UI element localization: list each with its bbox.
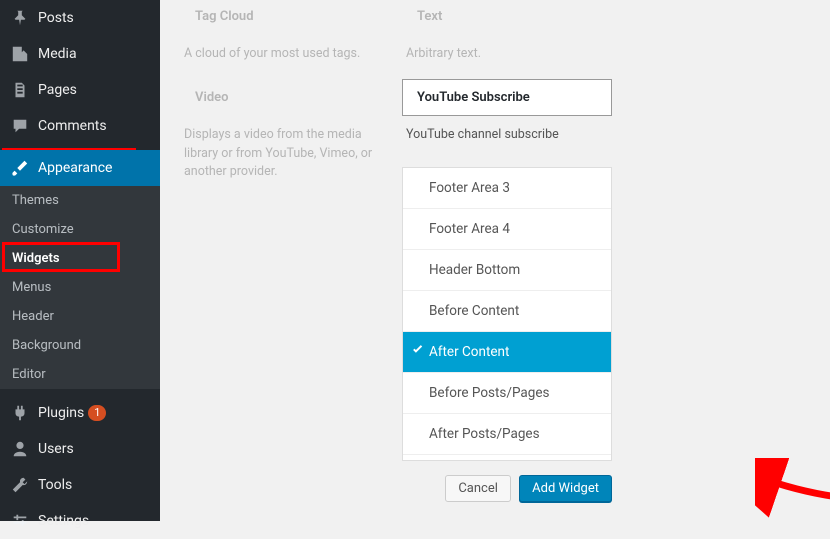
widget-title: YouTube Subscribe <box>417 90 530 105</box>
area-option-label: After Content <box>429 344 509 360</box>
sliders-icon <box>10 511 30 531</box>
widget-youtube-desc: YouTube channel subscribe <box>402 116 612 161</box>
area-option-label: Footer Area 4 <box>429 221 510 237</box>
sidebar-item-label: Appearance <box>38 160 112 176</box>
sidebar-item-label: Tools <box>38 477 72 493</box>
sidebar-item-media[interactable]: Media <box>0 36 160 72</box>
area-option[interactable]: Footer Area 3 <box>403 168 611 209</box>
area-option-label: Footer Area 3 <box>429 180 510 196</box>
area-option[interactable]: Before Posts/Pages <box>403 373 611 414</box>
annotation-arrow-icon <box>755 458 830 518</box>
submenu-background[interactable]: Background <box>0 331 160 360</box>
widget-video-desc: Displays a video from the media library … <box>180 116 390 198</box>
pin-icon <box>10 8 30 28</box>
submenu-header[interactable]: Header <box>0 302 160 331</box>
area-option-label: Header Bottom <box>429 262 520 278</box>
sidebar-item-label: Posts <box>38 10 74 26</box>
sidebar-item-label: Users <box>38 441 74 457</box>
sidebar-item-label: Media <box>38 46 77 62</box>
plugins-badge: 1 <box>88 405 106 421</box>
sidebar-item-label: Pages <box>38 82 77 98</box>
widget-title: Tag Cloud <box>195 9 254 24</box>
users-icon <box>10 439 30 459</box>
widget-title: Text <box>417 9 442 24</box>
submenu-editor[interactable]: Editor <box>0 360 160 389</box>
media-icon <box>10 44 30 64</box>
area-option[interactable]: Before Content <box>403 291 611 332</box>
add-widget-button[interactable]: Add Widget <box>519 475 612 502</box>
area-option[interactable]: After Content <box>403 332 611 373</box>
area-option[interactable]: Featured Widget <box>403 455 611 460</box>
widget-text[interactable]: Text <box>402 0 612 35</box>
sidebar-item-label: Comments <box>38 118 107 134</box>
brush-icon <box>10 158 30 178</box>
widget-youtube-subscribe[interactable]: YouTube Subscribe <box>402 79 612 116</box>
submenu-menus[interactable]: Menus <box>0 273 160 302</box>
sidebar-item-comments[interactable]: Comments <box>0 108 160 144</box>
widget-text-desc: Arbitrary text. <box>402 35 612 80</box>
area-option-label: Before Posts/Pages <box>429 385 549 401</box>
button-row: Cancel Add Widget <box>402 461 612 516</box>
check-icon <box>411 343 425 361</box>
area-option-label: Before Content <box>429 303 519 319</box>
widget-area-list[interactable]: Footer Area 3 Footer Area 4 Header Bottom B… <box>403 168 611 460</box>
widget-tag-cloud-desc: A cloud of your most used tags. <box>180 35 390 80</box>
sidebar-item-users[interactable]: Users <box>0 431 160 467</box>
area-option[interactable]: After Posts/Pages <box>403 414 611 455</box>
sidebar-item-plugins[interactable]: Plugins 1 <box>0 395 160 431</box>
sidebar-item-posts[interactable]: Posts <box>0 0 160 36</box>
area-option-label: After Posts/Pages <box>429 426 540 442</box>
plug-icon <box>10 403 30 423</box>
widget-tag-cloud[interactable]: Tag Cloud <box>180 0 390 35</box>
pages-icon <box>10 80 30 100</box>
area-option[interactable]: Header Bottom <box>403 250 611 291</box>
widget-video[interactable]: Video <box>180 79 390 116</box>
submenu-customize[interactable]: Customize <box>0 215 160 244</box>
submenu-themes[interactable]: Themes <box>0 186 160 215</box>
sidebar-item-label: Plugins <box>38 405 84 421</box>
admin-sidebar: Posts Media Pages Comments Appearance Th… <box>0 0 160 521</box>
submenu-widgets[interactable]: Widgets <box>0 244 160 273</box>
widget-title: Video <box>195 90 229 105</box>
cancel-button[interactable]: Cancel <box>445 475 511 502</box>
sidebar-item-settings[interactable]: Settings <box>0 503 160 539</box>
wrench-icon <box>10 475 30 495</box>
sidebar-item-appearance[interactable]: Appearance <box>0 150 160 186</box>
sidebar-item-pages[interactable]: Pages <box>0 72 160 108</box>
sidebar-item-tools[interactable]: Tools <box>0 467 160 503</box>
appearance-submenu: Themes Customize Widgets Menus Header Ba… <box>0 186 160 389</box>
main-content: Tag Cloud A cloud of your most used tags… <box>160 0 830 521</box>
comments-icon <box>10 116 30 136</box>
area-option[interactable]: Footer Area 4 <box>403 209 611 250</box>
sidebar-item-label: Settings <box>38 513 89 529</box>
widget-area-select: Footer Area 3 Footer Area 4 Header Bottom B… <box>402 167 612 461</box>
